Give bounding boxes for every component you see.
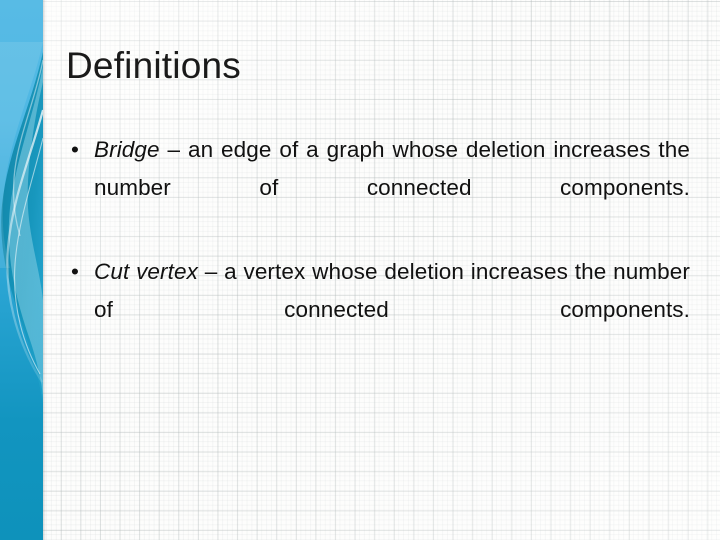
definition-dash: –: [197, 259, 225, 284]
slide-title: Definitions: [66, 45, 241, 86]
sidebar-edge-shadow: [43, 0, 46, 540]
decorative-sidebar: [0, 0, 43, 540]
definition-dash: –: [159, 137, 188, 162]
bullet-marker-icon: •: [71, 259, 79, 284]
bullet-marker-icon: •: [71, 137, 79, 162]
slide-canvas: Definitions • Bridge – an edge of a graph…: [0, 0, 720, 540]
slide-body: • Bridge – an edge of a graph whose delet…: [64, 131, 690, 375]
definition-term: Bridge: [94, 137, 160, 162]
list-item: • Bridge – an edge of a graph whose delet…: [64, 131, 690, 245]
definition-term: Cut vertex: [94, 259, 198, 284]
list-item: • Cut vertex – a vertex whose deletion in…: [64, 253, 690, 367]
sidebar-swoosh-graphic: [0, 0, 43, 540]
